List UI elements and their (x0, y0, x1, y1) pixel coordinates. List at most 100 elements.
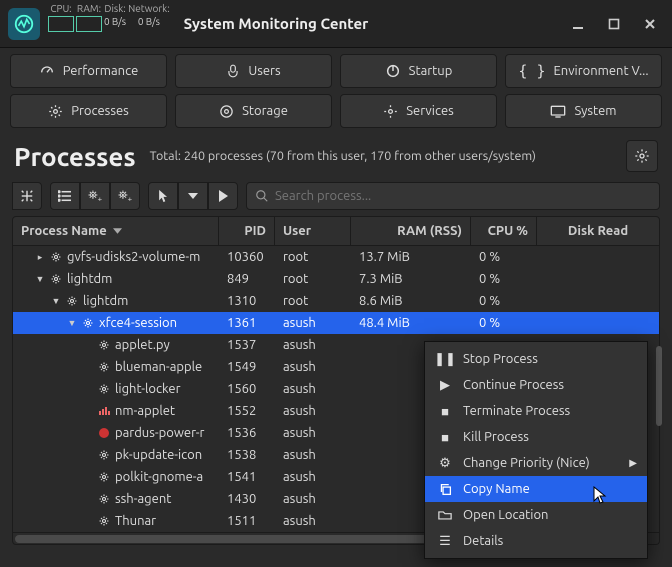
menu-stop[interactable]: ❚❚Stop Process (425, 346, 647, 372)
cell-user: root (275, 250, 351, 264)
folder-icon (437, 509, 453, 521)
menu-kill[interactable]: ■Kill Process (425, 424, 647, 450)
cell-user: asush (275, 426, 351, 440)
tree-caret-icon[interactable] (83, 340, 93, 350)
process-name: applet.py (115, 338, 170, 352)
process-icon (97, 514, 111, 528)
cell-user: asush (275, 404, 351, 418)
menu-continue[interactable]: ▶Continue Process (425, 372, 647, 398)
gear-icon: ⚙ (437, 456, 453, 471)
tabs-row-2: Processes Storage Services System (0, 94, 672, 134)
settings-button[interactable] (626, 140, 658, 172)
process-icon (97, 338, 111, 352)
page-title: Processes (14, 142, 136, 171)
menu-nice[interactable]: ⚙Change Priority (Nice)▶ (425, 450, 647, 476)
stop-icon: ■ (437, 404, 453, 419)
cell-user: asush (275, 338, 351, 352)
menu-copy-name[interactable]: Copy Name (425, 476, 647, 502)
col-pid[interactable]: PID (219, 217, 275, 245)
menu-open-location[interactable]: Open Location (425, 502, 647, 528)
list-view-button[interactable] (50, 182, 80, 210)
tree-caret-icon[interactable] (83, 406, 93, 416)
tree-caret-icon[interactable] (83, 516, 93, 526)
cell-user: asush (275, 492, 351, 506)
tab-startup[interactable]: Startup (340, 54, 497, 88)
toolbar: ⛯₊ ⛯₊ (0, 182, 672, 216)
cell-user: root (275, 294, 351, 308)
process-name: lightdm (83, 294, 128, 308)
tab-storage[interactable]: Storage (175, 94, 332, 128)
search-input[interactable] (275, 189, 651, 203)
play-button[interactable] (208, 182, 238, 210)
cell-pid: 1511 (219, 514, 275, 528)
tree-caret-icon[interactable] (83, 472, 93, 482)
ram-label: RAM: (77, 3, 101, 15)
cell-user: root (275, 272, 351, 286)
cell-user: asush (275, 360, 351, 374)
table-header: Process Name PID User RAM (RSS) CPU % Di… (12, 216, 660, 246)
v-scrollbar[interactable] (656, 346, 662, 426)
cell-ram: 7.3 MiB (351, 272, 471, 286)
table-row[interactable]: ▼lightdm849root7.3 MiB0 % (13, 268, 659, 290)
tree-caret-icon[interactable] (83, 428, 93, 438)
process-icon (97, 448, 111, 462)
col-user[interactable]: User (275, 217, 351, 245)
cell-pid: 1538 (219, 448, 275, 462)
cell-cpu: 0 % (471, 316, 537, 330)
process-name: ssh-agent (115, 492, 171, 506)
tab-label: Environment V... (554, 64, 649, 78)
tree-caret-icon[interactable] (83, 450, 93, 460)
cell-pid: 1361 (219, 316, 275, 330)
tab-processes[interactable]: Processes (10, 94, 167, 128)
col-ram[interactable]: RAM (RSS) (351, 217, 471, 245)
table-row[interactable]: ▼lightdm1310root8.6 MiB0 % (13, 290, 659, 312)
context-menu: ❚❚Stop Process ▶Continue Process ■Termin… (424, 341, 648, 559)
tree-caret-icon[interactable]: ▸ (35, 252, 45, 263)
tree-caret-icon[interactable] (83, 494, 93, 504)
window-title: System Monitoring Center (184, 15, 369, 32)
cell-user: asush (275, 514, 351, 528)
expand-all-button[interactable] (12, 182, 42, 210)
tree-caret-icon[interactable]: ▼ (67, 318, 77, 328)
cpu-label: CPU: (50, 3, 71, 15)
process-icon (97, 382, 111, 396)
table-row[interactable]: ▼xfce4-session1361asush48.4 MiB0 % (13, 312, 659, 334)
cell-user: asush (275, 382, 351, 396)
col-cpu[interactable]: CPU % (471, 217, 537, 245)
tab-label: Storage (242, 104, 288, 118)
cell-pid: 1537 (219, 338, 275, 352)
menu-terminate[interactable]: ■Terminate Process (425, 398, 647, 424)
pointer-button[interactable] (148, 182, 178, 210)
cell-cpu: 0 % (471, 272, 537, 286)
maximize-button[interactable] (600, 10, 628, 38)
cell-ram: 8.6 MiB (351, 294, 471, 308)
user-filter-button[interactable]: ⛯₊ (110, 182, 140, 210)
tab-label: Startup (409, 64, 453, 78)
user-filter-plus-button[interactable]: ⛯₊ (80, 182, 110, 210)
col-name[interactable]: Process Name (13, 217, 219, 245)
tab-system[interactable]: System (505, 94, 662, 128)
process-name: polkit-gnome-a (115, 470, 203, 484)
menu-details[interactable]: ☰Details (425, 528, 647, 554)
tab-label: Users (248, 64, 280, 78)
minimize-button[interactable] (564, 10, 592, 38)
search-box[interactable] (246, 182, 660, 210)
table-row[interactable]: ▸gvfs-udisks2-volume-m10360root13.7 MiB0… (13, 246, 659, 268)
tab-env[interactable]: { }Environment V... (505, 54, 662, 88)
tree-caret-icon[interactable] (83, 362, 93, 372)
process-icon (97, 360, 111, 374)
dropdown-button[interactable] (178, 182, 208, 210)
tab-services[interactable]: Services (340, 94, 497, 128)
tab-performance[interactable]: Performance (10, 54, 167, 88)
tab-users[interactable]: Users (175, 54, 332, 88)
tree-caret-icon[interactable]: ▼ (35, 274, 45, 284)
process-icon (97, 404, 111, 418)
process-name: pk-update-icon (115, 448, 202, 462)
tree-caret-icon[interactable]: ▼ (51, 296, 61, 306)
close-button[interactable] (636, 10, 664, 38)
stop-icon: ■ (437, 430, 453, 445)
tab-label: System (574, 104, 616, 118)
col-disk[interactable]: Disk Read (537, 217, 659, 245)
tree-caret-icon[interactable] (83, 384, 93, 394)
process-icon (97, 492, 111, 506)
